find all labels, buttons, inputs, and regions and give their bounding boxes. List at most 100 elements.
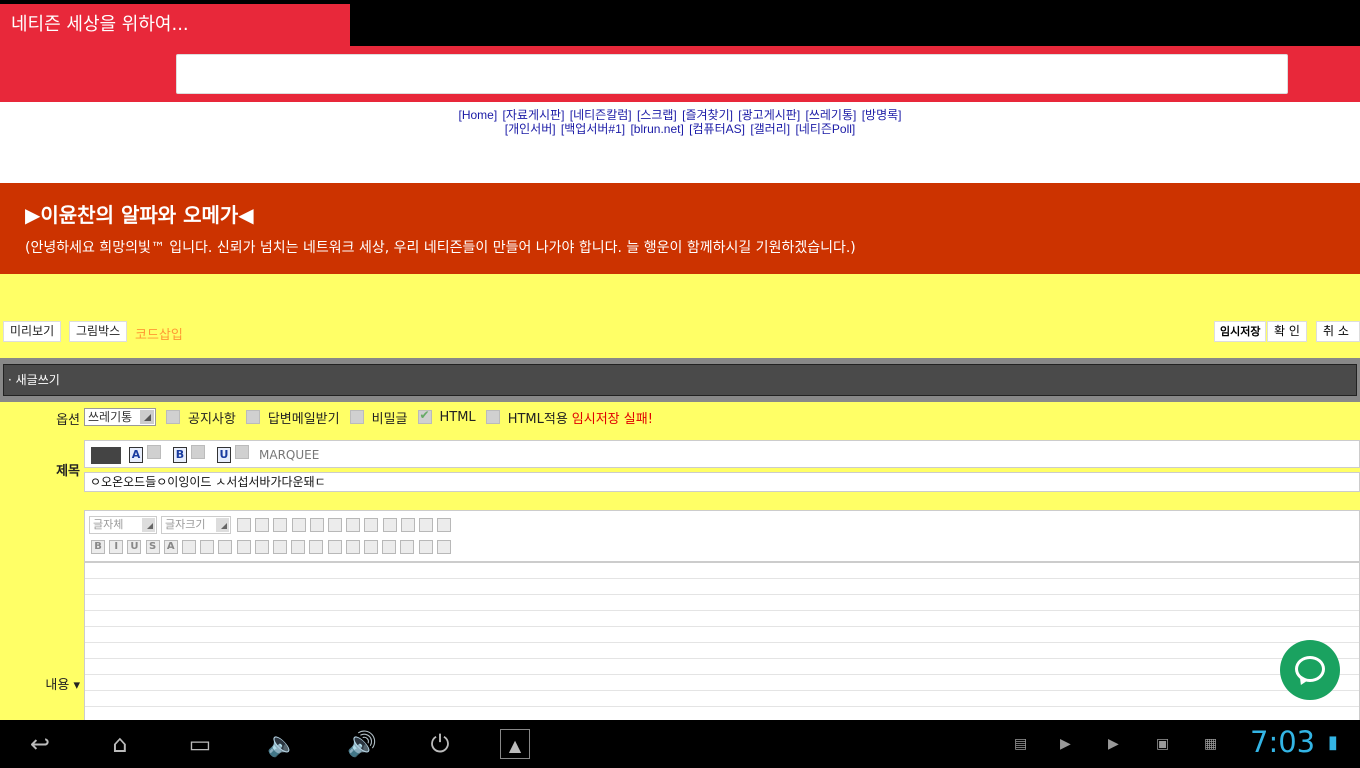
- cancel-button[interactable]: 취 소: [1316, 321, 1360, 342]
- nav-link-favorites[interactable]: [즐겨찾기]: [682, 108, 733, 122]
- down-icon[interactable]: [419, 518, 433, 532]
- web-page: [Home] [자료게시판] [네티즌칼럼] [스크랩] [즐겨찾기] [광고게…: [0, 102, 1360, 720]
- preview-button[interactable]: 미리보기: [3, 321, 62, 342]
- html-checkbox[interactable]: [417, 408, 432, 424]
- volume-down-icon[interactable]: 🔈: [262, 728, 302, 760]
- up-icon[interactable]: [400, 518, 415, 532]
- font-family-select[interactable]: 글자체: [89, 516, 157, 534]
- secret-checkbox[interactable]: [349, 410, 364, 424]
- nav-link-backup-server[interactable]: [백업서버#1]: [561, 122, 625, 136]
- browser-title-bar: 네티즌 세상을 위하여...: [0, 0, 1360, 46]
- nav-link-scrap[interactable]: [스크랩]: [637, 108, 677, 122]
- notice-checkbox[interactable]: [166, 410, 180, 424]
- indent-icon[interactable]: [436, 540, 451, 554]
- notice-label: 공지사항: [188, 411, 236, 427]
- color-swatch[interactable]: [91, 447, 121, 464]
- youtube-icon: ▶: [1060, 736, 1071, 752]
- underline-checkbox[interactable]: [235, 445, 249, 459]
- nav-link-ads[interactable]: [광고게시판]: [738, 108, 800, 122]
- underline-icon[interactable]: U: [217, 447, 231, 463]
- browser-tab[interactable]: 네티즌 세상을 위하여...: [0, 4, 350, 46]
- print-icon[interactable]: [291, 540, 306, 554]
- nav-link-guestbook[interactable]: [방명록]: [862, 108, 902, 122]
- content-label[interactable]: 내용 ▾: [10, 674, 80, 693]
- copy-icon[interactable]: [236, 540, 251, 554]
- outdent-icon[interactable]: [418, 540, 433, 554]
- chat-button[interactable]: [1280, 640, 1340, 700]
- font-size-select[interactable]: 글자크기: [161, 516, 231, 534]
- html-apply-label: HTML적용: [507, 411, 568, 427]
- font-family-select-value: 글자체: [93, 518, 124, 531]
- volume-up-icon[interactable]: 🔊: [342, 728, 382, 760]
- page-icon[interactable]: [437, 518, 452, 532]
- site-nav: [Home] [자료게시판] [네티즌칼럼] [스크랩] [즐겨찾기] [광고게…: [0, 108, 1360, 136]
- marquee-option[interactable]: MARQUEE: [259, 448, 319, 462]
- screen: 네티즌 세상을 위하여... [Home] [자료게시판] [네티즌칼럼] [스…: [0, 0, 1360, 768]
- write-form-area: 미리보기 그림박스 코드삽입 임시저장 확 인 취 소 · 새글쓰기 옵션 쓰레…: [0, 274, 1360, 720]
- font-color-icon[interactable]: A: [163, 540, 178, 554]
- bold-icon[interactable]: B: [91, 540, 105, 554]
- grid-icon[interactable]: [346, 518, 361, 532]
- temp-save-button[interactable]: 임시저장: [1214, 321, 1267, 342]
- new-post-label: · 새글쓰기: [3, 364, 1357, 396]
- home-icon[interactable]: ⌂: [100, 728, 140, 760]
- font-color-icon[interactable]: A: [129, 447, 143, 463]
- subject-label: 제목: [56, 464, 80, 479]
- table-icon[interactable]: [255, 518, 270, 532]
- bold-checkbox[interactable]: [191, 445, 205, 459]
- subject-input[interactable]: ㅇ오온오드들ㅇ이잉이드 ㅅ서섭서바가다운돼ㄷ: [84, 472, 1360, 492]
- nav-link-gallery[interactable]: [갤러리]: [750, 122, 790, 136]
- banner-subtitle: (안녕하세요 희망의빛™ 입니다. 신뢰가 넘치는 네트워크 세상, 우리 네티…: [25, 240, 856, 256]
- find-icon[interactable]: [273, 540, 287, 554]
- cut-icon[interactable]: [218, 540, 233, 554]
- highlight-icon[interactable]: [182, 540, 196, 554]
- emoticon-icon[interactable]: [237, 518, 251, 532]
- nav-link-files[interactable]: [자료게시판]: [503, 108, 565, 122]
- category-select[interactable]: 쓰레기통: [84, 408, 156, 426]
- back-icon[interactable]: ↩: [20, 728, 60, 760]
- print-icon[interactable]: [328, 518, 342, 532]
- image-box-button[interactable]: 그림박스: [69, 321, 128, 342]
- power-icon[interactable]: ⏻: [420, 728, 460, 760]
- nav-link-blrun[interactable]: [blrun.net]: [630, 122, 683, 136]
- underline-icon[interactable]: U: [127, 540, 142, 554]
- code-insert-link[interactable]: 코드삽입: [135, 324, 183, 343]
- save-icon[interactable]: [309, 540, 324, 554]
- html-label: HTML: [439, 409, 476, 425]
- nav-link-personal-server[interactable]: [개인서버]: [505, 122, 556, 136]
- bold-icon[interactable]: B: [173, 447, 187, 463]
- strike-icon[interactable]: S: [145, 540, 160, 554]
- image-icon[interactable]: [291, 518, 306, 532]
- nav-link-home[interactable]: [Home]: [459, 108, 498, 122]
- options-label: 옵션: [56, 413, 80, 428]
- reply-mail-checkbox[interactable]: [245, 410, 260, 424]
- nav-link-poll[interactable]: [네티즌Poll]: [795, 122, 855, 136]
- address-input[interactable]: [176, 54, 1288, 94]
- confirm-button[interactable]: 확 인: [1267, 321, 1307, 342]
- screenshot-icon[interactable]: ▲: [500, 729, 530, 759]
- nav-row-2: [개인서버] [백업서버#1] [blrun.net] [컴퓨터AS] [갤러리…: [0, 122, 1360, 136]
- site-banner: ▶이윤찬의 알파와 오메가◀ (안녕하세요 희망의빛™ 입니다. 신뢰가 넘치는…: [0, 183, 1360, 274]
- recent-apps-icon[interactable]: ▭: [180, 728, 220, 760]
- italic-icon[interactable]: I: [109, 540, 124, 554]
- paste-icon[interactable]: [254, 540, 269, 554]
- clock: 7:03: [1250, 725, 1316, 759]
- nav-link-trash[interactable]: [쓰레기통]: [806, 108, 857, 122]
- font-color-checkbox[interactable]: [147, 445, 161, 459]
- unordered-list-icon[interactable]: [400, 540, 415, 554]
- align-center-icon[interactable]: [345, 540, 360, 554]
- color-icon[interactable]: [273, 518, 288, 532]
- paste-text-icon[interactable]: [200, 540, 215, 554]
- content-editor[interactable]: [84, 562, 1360, 720]
- indent-icon[interactable]: [382, 518, 397, 532]
- subject-format-bar: A B U MARQUEE: [84, 440, 1360, 468]
- ordered-list-icon[interactable]: [382, 540, 397, 554]
- html-apply-checkbox[interactable]: [485, 410, 500, 424]
- media-icon[interactable]: [309, 518, 324, 532]
- nav-link-computer-as[interactable]: [컴퓨터AS]: [689, 122, 745, 136]
- font-size-select-value: 글자크기: [165, 518, 206, 531]
- align-right-icon[interactable]: [364, 540, 378, 554]
- nav-link-column[interactable]: [네티즌칼럼]: [570, 108, 632, 122]
- align-left-icon[interactable]: [327, 540, 342, 554]
- grid2-icon[interactable]: [364, 518, 379, 532]
